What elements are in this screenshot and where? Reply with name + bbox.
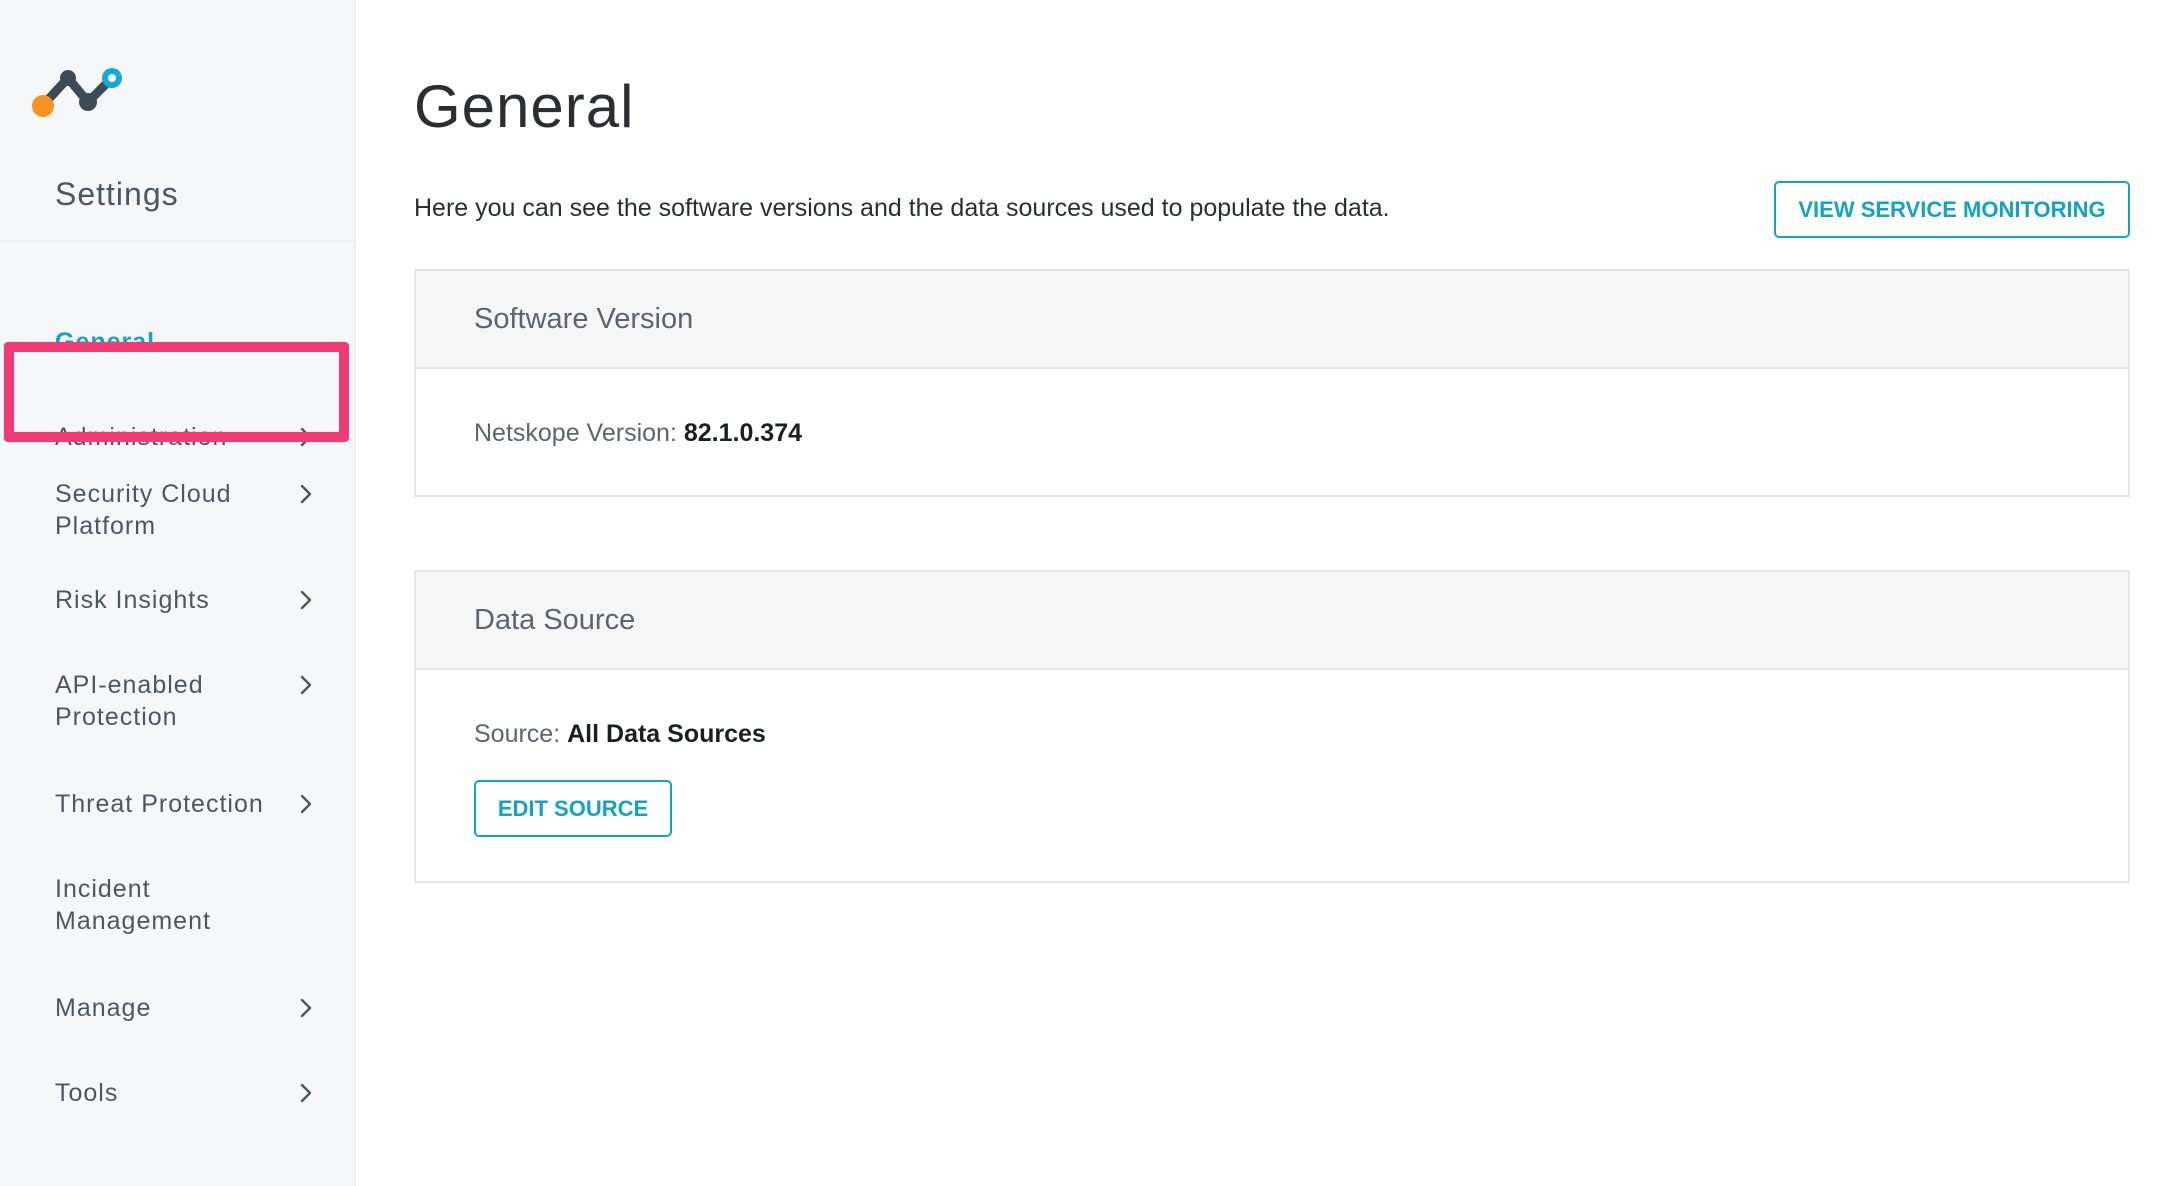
sidebar-item-administration[interactable]: Administration bbox=[0, 421, 354, 453]
sidebar-item-label: Manage bbox=[55, 994, 152, 1022]
sidebar-item-label: Incident Management bbox=[55, 875, 211, 935]
chevron-right-icon bbox=[300, 590, 312, 610]
edit-source-button[interactable]: EDIT SOURCE bbox=[474, 780, 672, 837]
sidebar-item-label: Administration bbox=[55, 423, 228, 451]
page-description: Here you can see the software versions a… bbox=[414, 194, 1390, 222]
app-window: Settings General Administration Security… bbox=[0, 0, 2158, 1186]
chevron-right-icon bbox=[300, 794, 312, 814]
chevron-right-icon bbox=[300, 427, 312, 447]
chevron-right-icon bbox=[300, 675, 312, 695]
data-source-value: All Data Sources bbox=[567, 720, 766, 748]
view-service-monitoring-button[interactable]: VIEW SERVICE MONITORING bbox=[1774, 181, 2130, 238]
page-title: General bbox=[414, 73, 635, 140]
chevron-right-icon bbox=[300, 1083, 312, 1103]
sidebar-item-label: Tools bbox=[55, 1079, 119, 1107]
sidebar-item-label: Security Cloud Platform bbox=[55, 480, 232, 540]
sidebar-item-general[interactable]: General bbox=[0, 326, 354, 358]
software-version-card: Software Version Netskope Version: 82.1.… bbox=[414, 269, 2130, 497]
card-header: Software Version bbox=[416, 271, 2128, 369]
sidebar-item-label: Risk Insights bbox=[55, 586, 210, 614]
sidebar-item-label: Threat Protection bbox=[55, 790, 264, 818]
chevron-right-icon bbox=[300, 998, 312, 1018]
sidebar: Settings General Administration Security… bbox=[0, 0, 356, 1186]
sidebar-item-risk-insights[interactable]: Risk Insights bbox=[0, 584, 354, 616]
chevron-right-icon bbox=[300, 484, 312, 504]
data-source-row: Source: All Data Sources bbox=[474, 720, 766, 749]
netskope-version-key: Netskope Version: bbox=[474, 419, 677, 447]
sidebar-divider bbox=[0, 240, 354, 242]
data-source-key: Source: bbox=[474, 720, 561, 748]
sidebar-item-label: General bbox=[55, 328, 156, 356]
card-header: Data Source bbox=[416, 572, 2128, 670]
main-content: General Here you can see the software ve… bbox=[356, 0, 2158, 1186]
sidebar-item-api-enabled-protection[interactable]: API-enabled Protection bbox=[0, 669, 354, 733]
netskope-version-value: 82.1.0.374 bbox=[683, 419, 803, 447]
sidebar-item-tools[interactable]: Tools bbox=[0, 1077, 354, 1109]
sidebar-item-incident-management[interactable]: Incident Management bbox=[0, 873, 354, 937]
sidebar-item-security-cloud-platform[interactable]: Security Cloud Platform bbox=[0, 478, 354, 542]
sidebar-item-label: API-enabled Protection bbox=[55, 671, 204, 731]
sidebar-item-threat-protection[interactable]: Threat Protection bbox=[0, 788, 354, 820]
netskope-version-row: Netskope Version: 82.1.0.374 bbox=[474, 419, 802, 448]
netskope-logo[interactable] bbox=[30, 62, 126, 118]
sidebar-title: Settings bbox=[55, 176, 179, 212]
data-source-card: Data Source Source: All Data Sources EDI… bbox=[414, 570, 2130, 883]
sidebar-item-manage[interactable]: Manage bbox=[0, 992, 354, 1024]
